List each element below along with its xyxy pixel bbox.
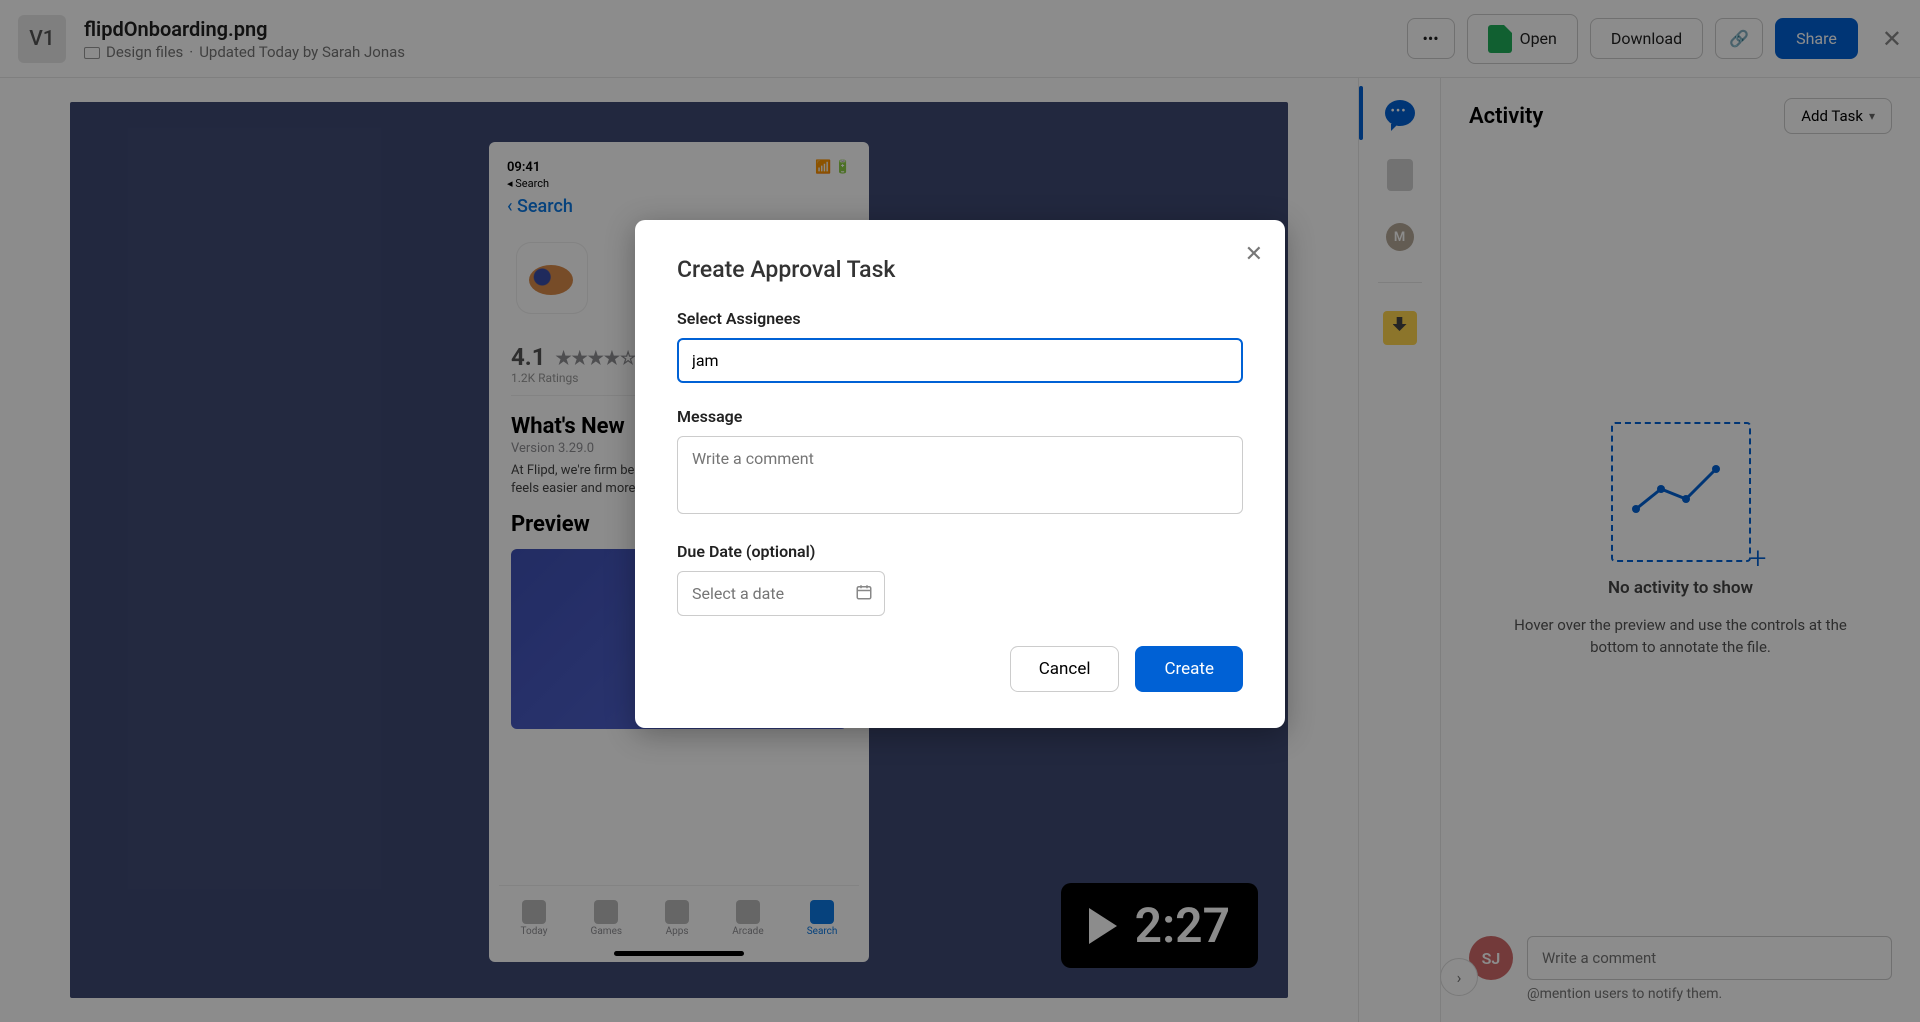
create-task-modal: Create Approval Task ✕ Select Assignees … (635, 220, 1285, 728)
due-date-field-wrap (677, 571, 885, 616)
modal-title: Create Approval Task (677, 256, 1243, 283)
due-date-input[interactable] (677, 571, 885, 616)
cancel-button[interactable]: Cancel (1010, 646, 1120, 692)
assignees-label: Select Assignees (677, 309, 1243, 328)
modal-overlay[interactable]: Create Approval Task ✕ Select Assignees … (0, 0, 1920, 1022)
message-input[interactable] (677, 436, 1243, 514)
calendar-icon[interactable] (855, 583, 873, 605)
create-button[interactable]: Create (1135, 646, 1243, 692)
message-label: Message (677, 407, 1243, 426)
assignees-input[interactable] (677, 338, 1243, 383)
modal-actions: Cancel Create (677, 646, 1243, 692)
modal-close-button[interactable]: ✕ (1245, 242, 1263, 267)
due-date-label: Due Date (optional) (677, 542, 1243, 561)
